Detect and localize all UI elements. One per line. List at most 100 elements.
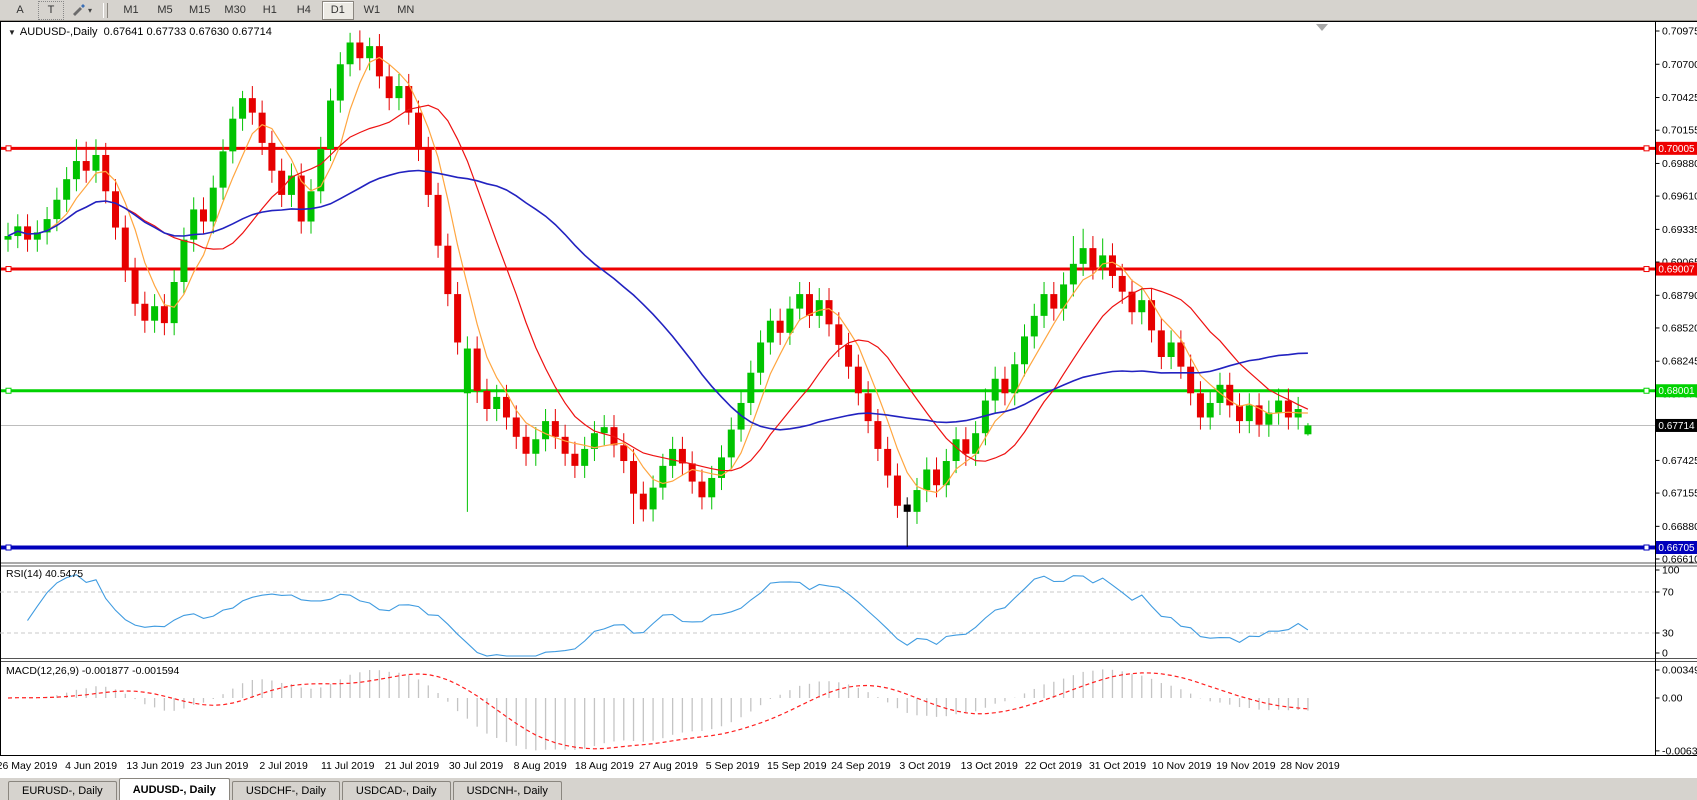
axis-tick-label: 0.66880 <box>1662 521 1697 533</box>
candle-body <box>923 469 930 490</box>
candle-body <box>356 42 363 58</box>
text-tool-button[interactable]: T <box>38 1 64 20</box>
candle-body <box>454 294 461 342</box>
chart-canvas[interactable]: 0.709750.707000.704250.701550.698800.696… <box>0 21 1697 757</box>
candle-body <box>698 482 705 498</box>
candle-body <box>132 270 139 304</box>
candle-body <box>865 393 872 421</box>
candle-body <box>239 98 246 119</box>
candle-body <box>532 439 539 454</box>
symbol-tabbar: EURUSD-, DailyAUDUSD-, DailyUSDCHF-, Dai… <box>0 777 1697 800</box>
axis-tick-label: 100 <box>1662 565 1680 577</box>
rsi-line <box>28 575 1308 656</box>
candle-body <box>630 461 637 494</box>
line-anchor-marker[interactable] <box>6 545 11 550</box>
candle-body <box>444 246 451 294</box>
candle-body <box>913 490 920 512</box>
candle-body <box>435 195 442 246</box>
candle-body <box>1216 385 1223 403</box>
axis-tick-label: 0.70700 <box>1662 59 1697 71</box>
line-anchor-marker[interactable] <box>6 267 11 272</box>
candle-body <box>63 179 70 200</box>
candle-body <box>757 342 764 372</box>
candle-body <box>1070 264 1077 285</box>
period-button-h1[interactable]: H1 <box>254 1 286 20</box>
date-label: 13 Oct 2019 <box>961 760 1018 772</box>
shift-marker-icon[interactable] <box>1316 24 1328 31</box>
candle-body <box>1158 330 1165 357</box>
candle-body <box>337 64 344 100</box>
candle-body <box>327 101 334 149</box>
candle-body <box>1089 248 1096 267</box>
candle-body <box>669 449 676 466</box>
candle-body <box>747 373 754 403</box>
line-anchor-marker[interactable] <box>6 146 11 151</box>
date-axis[interactable]: 26 May 20194 Jun 201913 Jun 201923 Jun 2… <box>0 756 1697 777</box>
candle-body <box>210 188 217 222</box>
arrow-tool-button[interactable]: A <box>4 1 36 20</box>
candle-body <box>200 209 207 221</box>
candle-body <box>1021 336 1028 364</box>
toolbar-grip[interactable] <box>103 3 108 18</box>
line-anchor-marker[interactable] <box>6 388 11 393</box>
date-label: 23 Jun 2019 <box>191 760 249 772</box>
axis-tick-label: 0.69610 <box>1662 191 1697 203</box>
candle-body <box>1168 342 1175 357</box>
candle-body <box>1138 300 1145 312</box>
period-button-m30[interactable]: M30 <box>218 1 251 20</box>
period-button-d1[interactable]: D1 <box>322 1 354 20</box>
price-tag-value: 0.70005 <box>1658 144 1695 155</box>
candle-body <box>317 149 324 191</box>
draw-tools-button[interactable]: ▾ <box>66 1 98 20</box>
period-button-h4[interactable]: H4 <box>288 1 320 20</box>
period-button-mn[interactable]: MN <box>390 1 422 20</box>
period-button-m5[interactable]: M5 <box>149 1 181 20</box>
axis-tick-label: 0.00 <box>1662 693 1683 705</box>
candle-body <box>220 151 227 187</box>
tab-eurusd[interactable]: EURUSD-, Daily <box>8 781 117 800</box>
candle-body <box>1001 379 1008 394</box>
axis-tick-label: 0.68790 <box>1662 290 1697 302</box>
macd-histogram <box>8 669 1308 750</box>
candle-body <box>1050 294 1057 309</box>
candle-body <box>1197 393 1204 417</box>
date-label: 15 Sep 2019 <box>767 760 827 772</box>
candle-body <box>953 439 960 461</box>
line-anchor-marker[interactable] <box>1644 146 1649 151</box>
axis-tick-label: 0.70425 <box>1662 92 1697 104</box>
candle-body <box>581 449 588 466</box>
candle-body <box>835 324 842 345</box>
line-anchor-marker[interactable] <box>1644 388 1649 393</box>
period-button-m1[interactable]: M1 <box>115 1 147 20</box>
candle-body <box>1246 405 1253 421</box>
date-label: 26 May 2019 <box>0 760 57 772</box>
mt4-window: { "toolbar": { "arrow_button": "A", "tex… <box>0 0 1697 800</box>
candle-body <box>483 391 490 409</box>
axis-tick-label: 0.67425 <box>1662 455 1697 467</box>
tab-usdcad[interactable]: USDCAD-, Daily <box>342 781 451 800</box>
tab-usdcnh[interactable]: USDCNH-, Daily <box>453 781 562 800</box>
candle-body <box>689 463 696 481</box>
period-buttons: M1M5M15M30H1H4D1W1MN <box>114 1 423 20</box>
period-button-m15[interactable]: M15 <box>183 1 216 20</box>
line-anchor-marker[interactable] <box>1644 267 1649 272</box>
candle-body <box>874 421 881 449</box>
pencil-icon <box>72 4 86 16</box>
tab-usdchf[interactable]: USDCHF-, Daily <box>232 781 340 800</box>
candle-body <box>962 439 969 454</box>
candle-body <box>1119 276 1126 292</box>
candle-body <box>1109 255 1116 276</box>
line-anchor-marker[interactable] <box>1644 545 1649 550</box>
tab-audusd[interactable]: AUDUSD-, Daily <box>119 778 230 800</box>
candle-body <box>562 437 569 454</box>
axis-tick-label: 0.69880 <box>1662 158 1697 170</box>
candle-body <box>1265 413 1272 425</box>
candle-body <box>229 119 236 152</box>
date-label: 21 Jul 2019 <box>385 760 439 772</box>
candle-body <box>786 309 793 333</box>
candle-body <box>601 427 608 433</box>
candle-body <box>1080 248 1087 264</box>
candle-body <box>767 321 774 343</box>
period-button-w1[interactable]: W1 <box>356 1 388 20</box>
price-tag-value: 0.69007 <box>1658 265 1695 276</box>
